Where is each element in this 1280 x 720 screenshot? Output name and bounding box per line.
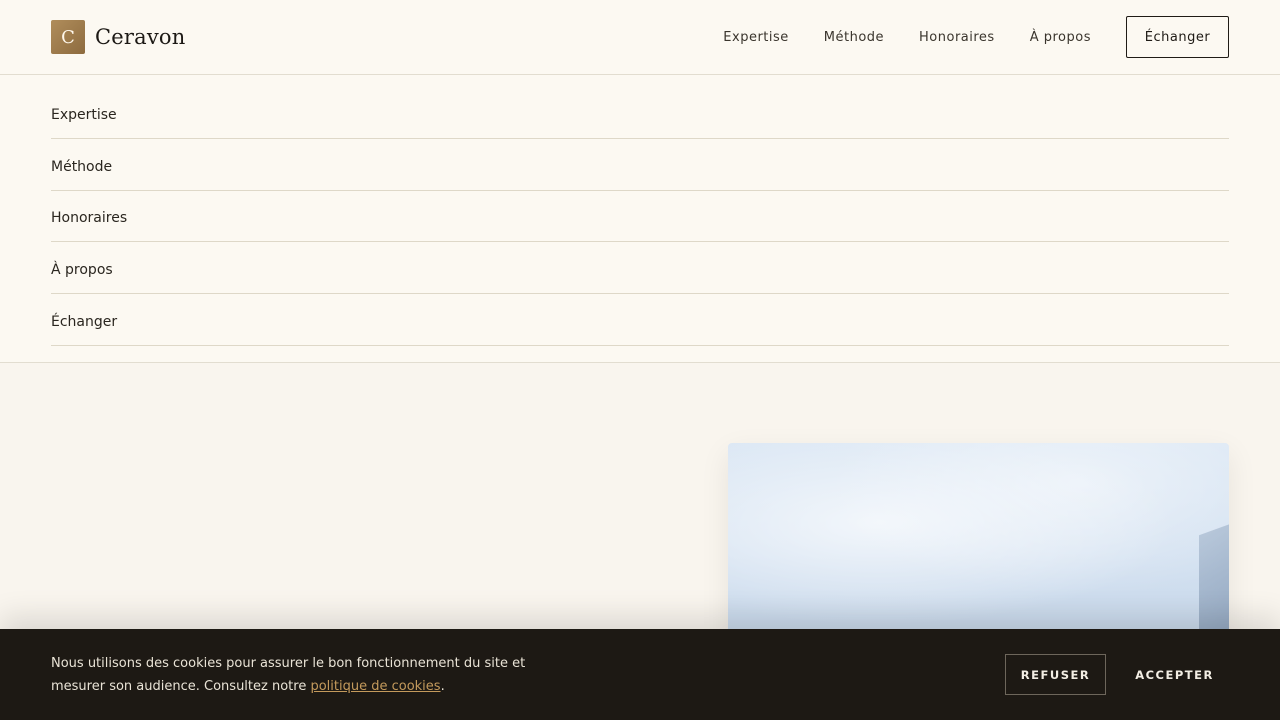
- nav-link-a-propos[interactable]: À propos: [1030, 30, 1091, 45]
- menu-item-honoraires[interactable]: Honoraires: [51, 191, 1229, 243]
- cookie-actions: REFUSER ACCEPTER: [1005, 654, 1229, 695]
- refuse-button[interactable]: REFUSER: [1005, 654, 1106, 695]
- logo-text: Ceravon: [95, 25, 186, 49]
- menu-item-methode[interactable]: Méthode: [51, 139, 1229, 191]
- nav-link-expertise[interactable]: Expertise: [723, 30, 788, 45]
- cookie-message-text: Nous utilisons des cookies pour assurer …: [51, 655, 526, 694]
- hero-image-building: [1199, 520, 1229, 643]
- site-header: C Ceravon Expertise Méthode Honoraires À…: [0, 0, 1280, 75]
- nav-link-methode[interactable]: Méthode: [824, 30, 884, 45]
- menu-item-echanger[interactable]: Échanger: [51, 294, 1229, 346]
- menu-item-expertise[interactable]: Expertise: [51, 75, 1229, 139]
- menu-item-a-propos[interactable]: À propos: [51, 242, 1229, 295]
- cookie-policy-link[interactable]: politique de cookies: [310, 679, 440, 694]
- cookie-message-end: .: [440, 678, 445, 694]
- cookie-banner: Nous utilisons des cookies pour assurer …: [0, 629, 1280, 720]
- cookie-message: Nous utilisons des cookies pour assurer …: [51, 652, 541, 698]
- nav-link-honoraires[interactable]: Honoraires: [919, 30, 995, 45]
- accept-button[interactable]: ACCEPTER: [1120, 654, 1229, 695]
- echanger-button[interactable]: Échanger: [1126, 16, 1229, 58]
- logo[interactable]: C Ceravon: [51, 20, 186, 54]
- logo-mark: C: [51, 20, 85, 54]
- hero-image: [728, 443, 1229, 643]
- main-nav: Expertise Méthode Honoraires À propos Éc…: [723, 16, 1229, 58]
- dropdown-menu: Expertise Méthode Honoraires À propos Éc…: [0, 75, 1280, 363]
